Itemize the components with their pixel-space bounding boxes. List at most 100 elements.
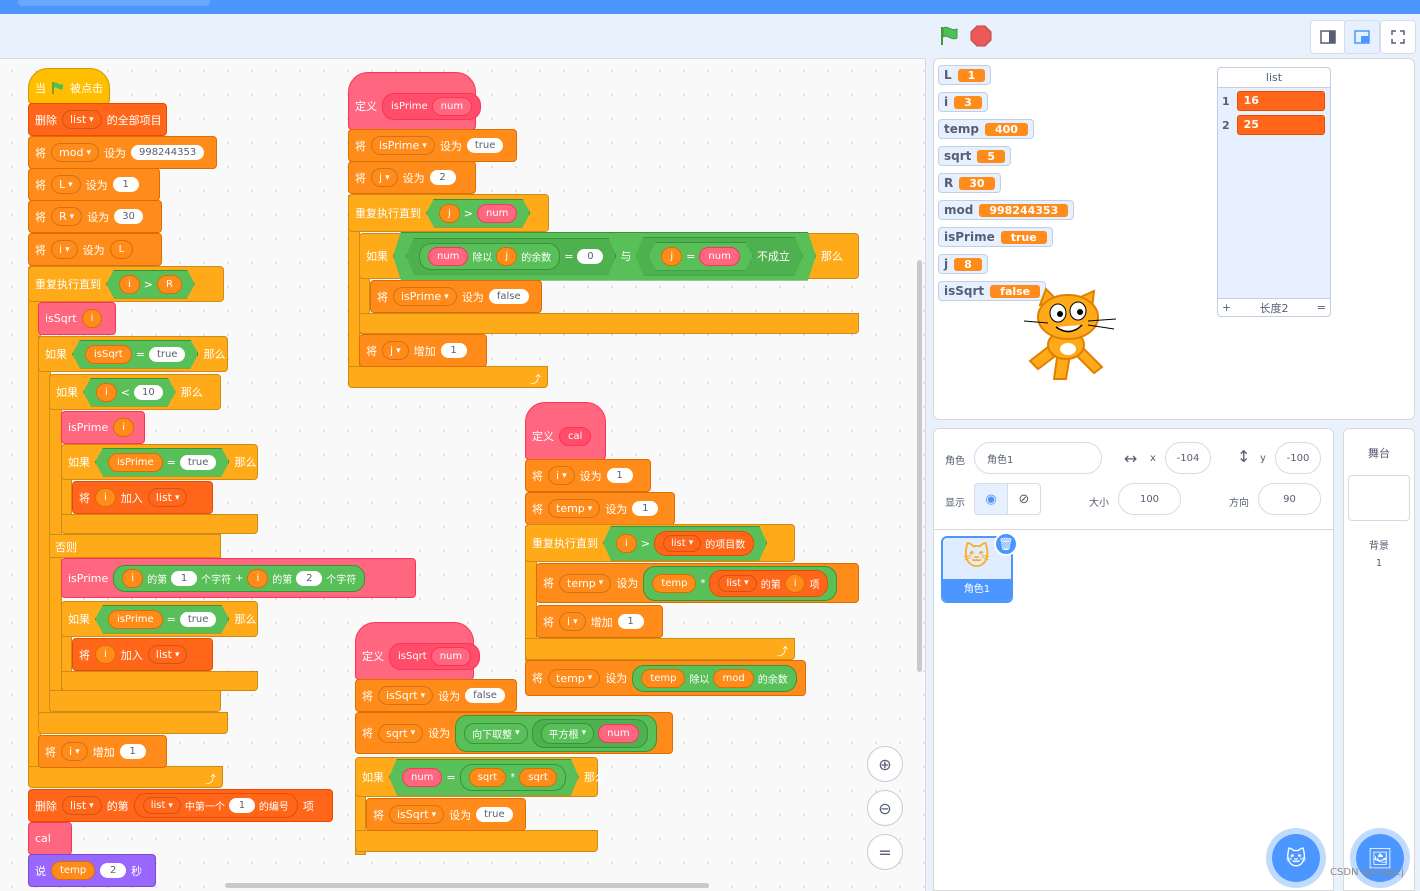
if-i-less-10-block[interactable]: 如果 i < 10 那么 (49, 374, 221, 410)
y-input[interactable]: -100 (1275, 442, 1321, 474)
change-i-block[interactable]: 将 i 增加 1 (38, 735, 167, 768)
length-of-list-reporter[interactable]: list 的项目数 (654, 531, 754, 556)
change-j-block[interactable]: 将 j 增加 1 (359, 334, 487, 367)
proto-block[interactable]: isPrime num (382, 92, 482, 120)
zoom-in-button[interactable]: ⊕ (867, 746, 903, 782)
delete-sprite-button[interactable]: 🗑 (994, 532, 1018, 556)
equals-operator[interactable]: num 除以 j 的余数 = 0 (406, 238, 616, 275)
variable-monitor[interactable]: sqrt 5 (938, 146, 1012, 166)
L-reporter[interactable]: L (109, 240, 134, 259)
set-mod-block[interactable]: 将 mod 设为 998244353 (28, 136, 217, 169)
set-temp-block[interactable]: 将 temp 设为 1 (525, 492, 675, 525)
mod-operator[interactable]: temp 除以 mod 的余数 (632, 664, 797, 692)
set-temp-multiply-block[interactable]: 将 temp 设为 temp * list 的第 i 项 (536, 563, 859, 603)
value-input[interactable]: 1 (112, 177, 139, 192)
greater-than-operator[interactable]: i > list 的项目数 (603, 526, 767, 561)
variable-dropdown[interactable]: R (51, 207, 83, 226)
stop-icon[interactable] (970, 25, 992, 47)
vertical-scrollbar[interactable] (917, 260, 922, 672)
proto-block[interactable]: isSqrt num (389, 642, 481, 670)
zoom-reset-button[interactable]: = (867, 834, 903, 870)
say-for-secs-block[interactable]: 说 temp 2 秒 (28, 854, 156, 887)
repeat-until-j-block[interactable]: 重复执行直到 j > num (348, 194, 549, 232)
equals-operator[interactable]: isPrime = true (95, 605, 229, 634)
normal-stage-button[interactable] (1344, 20, 1380, 54)
variable-dropdown[interactable]: i (51, 240, 78, 259)
add-to-list-block-2[interactable]: 将 i 加入 list (72, 638, 213, 671)
set-isprime-block[interactable]: 将 isPrime 设为 true (348, 129, 517, 162)
delete-item-of-list-block[interactable]: 删除 list 的第 list 中第一个 1 的编号 项 (28, 789, 333, 822)
stage-thumbnail[interactable] (1348, 475, 1410, 521)
item-of-list-reporter[interactable]: list 的第 i 项 (709, 569, 829, 597)
define-issqrt-block[interactable]: 定义 isSqrt num (355, 622, 481, 680)
cat-sprite[interactable] (1018, 287, 1120, 391)
variable-monitor[interactable]: j8 (938, 254, 988, 274)
list-item[interactable]: 2 25 (1222, 115, 1325, 135)
if-divisible-block[interactable]: 如果 num 除以 j 的余数 = 0 与 j = num 不成立 那么 (359, 233, 859, 279)
change-i-block[interactable]: 将 i 增加 1 (536, 605, 663, 638)
value-input[interactable]: 30 (114, 209, 143, 224)
variable-monitor[interactable]: temp 400 (938, 119, 1034, 139)
when-flag-clicked-block[interactable]: 当 被点击 (28, 68, 110, 104)
list-dropdown[interactable]: list (62, 110, 102, 129)
list-add-button[interactable]: + (1222, 301, 1231, 314)
set-i-block[interactable]: 将 i 设为 L (28, 233, 162, 266)
less-than-operator[interactable]: i < 10 (83, 378, 176, 407)
variable-monitor[interactable]: i3 (938, 92, 988, 112)
greater-than-operator[interactable]: j > num (426, 199, 530, 228)
variable-monitor[interactable]: mod 998244353 (938, 200, 1075, 220)
call-cal-block[interactable]: cal (28, 822, 72, 855)
repeat-until-length-block[interactable]: 重复执行直到 i > list 的项目数 (525, 524, 795, 562)
variable-monitor[interactable]: isPrime true (938, 227, 1053, 247)
repeat-until-block[interactable]: 重复执行直到 i > R (28, 266, 224, 302)
fullscreen-button[interactable] (1380, 20, 1416, 54)
set-L-block[interactable]: 将 L 设为 1 (28, 168, 160, 201)
define-cal-block[interactable]: 定义 cal (525, 402, 606, 460)
equals-operator[interactable]: isSqrt = true (72, 340, 198, 369)
set-issqrt-true-block[interactable]: 将 isSqrt 设为 true (366, 798, 526, 831)
equals-operator[interactable]: isPrime = true (95, 448, 229, 477)
variable-monitor[interactable]: R 30 (938, 173, 1001, 193)
size-input[interactable]: 100 (1118, 483, 1181, 515)
multiply-operator[interactable]: sqrt * sqrt (460, 764, 566, 791)
multiply-operator[interactable]: temp * list 的第 i 项 (643, 565, 838, 601)
zoom-out-button[interactable]: ⊖ (867, 790, 903, 826)
if-square-block[interactable]: 如果 num = sqrt * sqrt 那么 (355, 757, 606, 797)
item-number-reporter[interactable]: list 中第一个 1 的编号 (133, 793, 298, 818)
call-isprime-concat-block[interactable]: isPrime i 的第 1 个字符 + i 的第 2 个字符 (61, 558, 416, 598)
if-isprime-block-2[interactable]: 如果 isPrime = true 那么 (61, 601, 258, 637)
set-issqrt-block[interactable]: 将 isSqrt 设为 false (355, 679, 517, 712)
equals-operator[interactable]: j = num (648, 242, 752, 271)
greater-than-operator[interactable]: i > R (106, 270, 195, 299)
define-isprime-block[interactable]: 定义 isPrime num (348, 72, 482, 130)
set-i-block[interactable]: 将 i 设为 1 (525, 459, 651, 492)
list-monitor[interactable]: list 1 16 2 25 + 长度2 = (1217, 67, 1331, 317)
if-isprime-block[interactable]: 如果 isPrime = true 那么 (61, 444, 258, 480)
and-operator[interactable]: num 除以 j 的余数 = 0 与 j = num 不成立 (393, 232, 816, 281)
horizontal-scrollbar[interactable] (225, 883, 709, 888)
menu-tab[interactable] (18, 0, 210, 6)
call-issqrt-block[interactable]: isSqrt i (38, 302, 116, 335)
hide-eye-icon[interactable]: ⊘ (1007, 483, 1041, 515)
show-eye-icon[interactable]: ◉ (974, 483, 1008, 515)
set-isprime-false-block[interactable]: 将 isPrime 设为 false (370, 280, 542, 313)
set-temp-mod-block[interactable]: 将 temp 设为 temp 除以 mod 的余数 (525, 660, 806, 696)
call-isprime-block[interactable]: isPrime i (61, 411, 145, 444)
floor-operator[interactable]: 向下取整 平方根 num (455, 714, 657, 752)
variable-dropdown[interactable]: L (51, 175, 81, 194)
not-operator[interactable]: j = num 不成立 (635, 237, 802, 276)
join-operator[interactable]: i 的第 1 个字符 + i 的第 2 个字符 (113, 564, 366, 592)
variable-monitor[interactable]: L1 (938, 65, 992, 85)
equals-operator[interactable]: num = sqrt * sqrt (389, 759, 579, 796)
add-to-list-block[interactable]: 将 i 加入 list (72, 481, 213, 514)
stage-pane[interactable]: 舞台 背景 1 (1343, 428, 1415, 891)
direction-input[interactable]: 90 (1258, 483, 1321, 515)
list-resize-handle[interactable]: = (1317, 301, 1326, 314)
variable-dropdown[interactable]: mod (51, 143, 99, 162)
green-flag-icon[interactable] (938, 25, 960, 47)
list-item[interactable]: 1 16 (1222, 91, 1325, 111)
set-j-block[interactable]: 将 j 设为 2 (348, 161, 476, 194)
if-issqrt-block[interactable]: 如果 isSqrt = true 那么 (38, 336, 228, 372)
mod-operator[interactable]: num 除以 j 的余数 (419, 243, 560, 270)
value-input[interactable]: 998244353 (130, 145, 205, 160)
